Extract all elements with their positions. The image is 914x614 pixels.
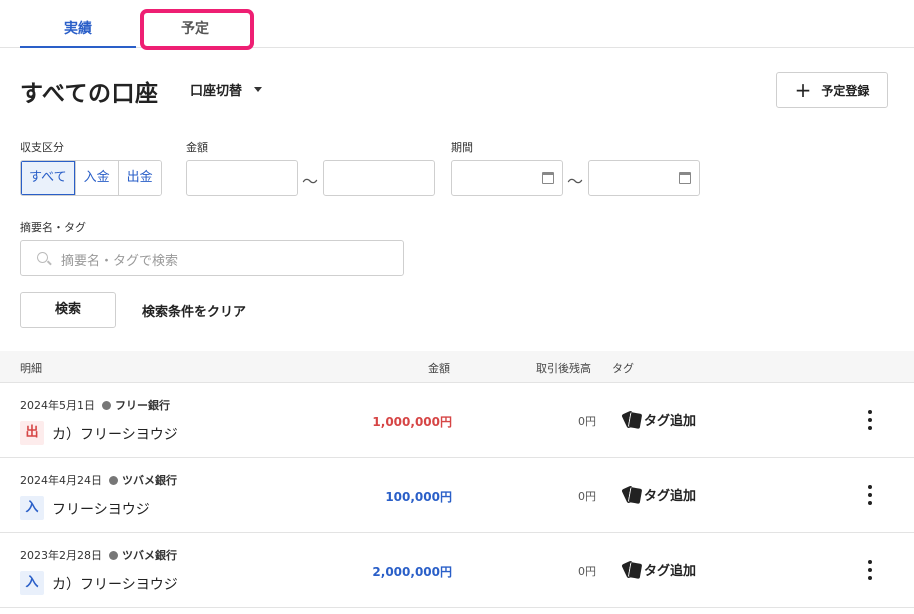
row-date: 2024年4月24日 bbox=[20, 474, 102, 487]
amount-range-separator: 〜 bbox=[302, 172, 319, 191]
row-date: 2023年2月28日 bbox=[20, 549, 102, 562]
add-tag-label: タグ追加 bbox=[644, 564, 697, 579]
type-option-income[interactable]: 入金 bbox=[74, 161, 118, 195]
period-from-input[interactable] bbox=[451, 160, 563, 196]
account-switch-label: 口座切替 bbox=[190, 84, 243, 99]
search-button[interactable]: 検索 bbox=[20, 292, 116, 328]
memo-search-input[interactable]: 摘要名・タグで検索 bbox=[20, 240, 404, 276]
tab-bar: 実績 予定 bbox=[0, 0, 914, 48]
row-bank: フリー銀行 bbox=[115, 399, 170, 412]
add-tag-button[interactable]: タグ追加 bbox=[622, 485, 696, 504]
expense-badge: 出 bbox=[20, 421, 44, 445]
type-option-all[interactable]: すべて bbox=[21, 161, 75, 195]
type-segmented-control: すべて 入金 出金 bbox=[20, 160, 162, 196]
row-balance: 0円 bbox=[578, 490, 596, 503]
column-balance: 取引後残高 bbox=[536, 362, 591, 375]
tag-icon bbox=[622, 411, 641, 428]
plan-register-button[interactable]: + 予定登録 bbox=[776, 72, 888, 108]
plus-icon: + bbox=[794, 78, 812, 102]
column-amount: 金額 bbox=[428, 362, 450, 375]
add-tag-label: タグ追加 bbox=[644, 489, 697, 504]
amount-label: 金額 bbox=[186, 141, 208, 154]
search-icon bbox=[37, 252, 48, 263]
column-detail: 明細 bbox=[20, 362, 42, 375]
more-options-icon[interactable] bbox=[864, 559, 876, 581]
caret-down-icon bbox=[254, 87, 263, 92]
amount-min-input[interactable] bbox=[186, 160, 298, 196]
row-balance: 0円 bbox=[578, 415, 596, 428]
period-to-input[interactable] bbox=[588, 160, 700, 196]
income-badge: 入 bbox=[20, 571, 44, 595]
table-row[interactable]: 2024年5月1日 フリー銀行 出 カ）フリーシヨウジ 1,000,000円 0円… bbox=[0, 383, 914, 458]
bank-dot-icon bbox=[109, 476, 118, 485]
column-tag: タグ bbox=[612, 362, 634, 375]
type-option-expense[interactable]: 出金 bbox=[117, 161, 161, 195]
page-title: すべての口座 bbox=[20, 81, 159, 107]
row-balance: 0円 bbox=[578, 565, 596, 578]
row-bank: ツバメ銀行 bbox=[122, 549, 177, 562]
table-row[interactable]: 2024年4月24日 ツバメ銀行 入 フリーシヨウジ 100,000円 0円 タグ… bbox=[0, 458, 914, 533]
account-switch-dropdown[interactable]: 口座切替 bbox=[190, 80, 263, 99]
bank-dot-icon bbox=[109, 551, 118, 560]
clear-filters-button[interactable]: 検索条件をクリア bbox=[142, 301, 246, 320]
row-date: 2024年5月1日 bbox=[20, 399, 95, 412]
row-bank: ツバメ銀行 bbox=[122, 474, 177, 487]
tag-icon bbox=[622, 561, 641, 578]
row-payee: フリーシヨウジ bbox=[52, 502, 150, 518]
period-label: 期間 bbox=[451, 141, 473, 154]
table-row[interactable]: 2023年2月28日 ツバメ銀行 入 カ）フリーシヨウジ 2,000,000円 0… bbox=[0, 533, 914, 608]
add-tag-button[interactable]: タグ追加 bbox=[622, 410, 696, 429]
amount-max-input[interactable] bbox=[323, 160, 435, 196]
table-header: 明細 金額 取引後残高 タグ bbox=[0, 351, 914, 383]
more-options-icon[interactable] bbox=[864, 484, 876, 506]
row-amount: 100,000円 bbox=[385, 490, 452, 504]
bank-dot-icon bbox=[102, 401, 111, 410]
memo-label: 摘要名・タグ bbox=[20, 221, 86, 234]
period-range-separator: 〜 bbox=[567, 172, 584, 191]
type-label: 収支区分 bbox=[20, 141, 64, 154]
tag-icon bbox=[622, 486, 641, 503]
more-options-icon[interactable] bbox=[864, 409, 876, 431]
row-amount: 2,000,000円 bbox=[372, 565, 452, 579]
row-amount: 1,000,000円 bbox=[372, 415, 452, 429]
row-payee: カ）フリーシヨウジ bbox=[52, 427, 178, 443]
row-payee: カ）フリーシヨウジ bbox=[52, 577, 178, 593]
income-badge: 入 bbox=[20, 496, 44, 520]
memo-search-placeholder: 摘要名・タグで検索 bbox=[61, 254, 179, 269]
calendar-icon[interactable] bbox=[679, 172, 691, 184]
tab-actual[interactable]: 実績 bbox=[20, 0, 136, 48]
tab-plan[interactable]: 予定 bbox=[136, 0, 254, 48]
add-tag-button[interactable]: タグ追加 bbox=[622, 560, 696, 579]
plan-register-label: 予定登録 bbox=[821, 83, 870, 98]
add-tag-label: タグ追加 bbox=[644, 414, 697, 429]
calendar-icon[interactable] bbox=[542, 172, 554, 184]
